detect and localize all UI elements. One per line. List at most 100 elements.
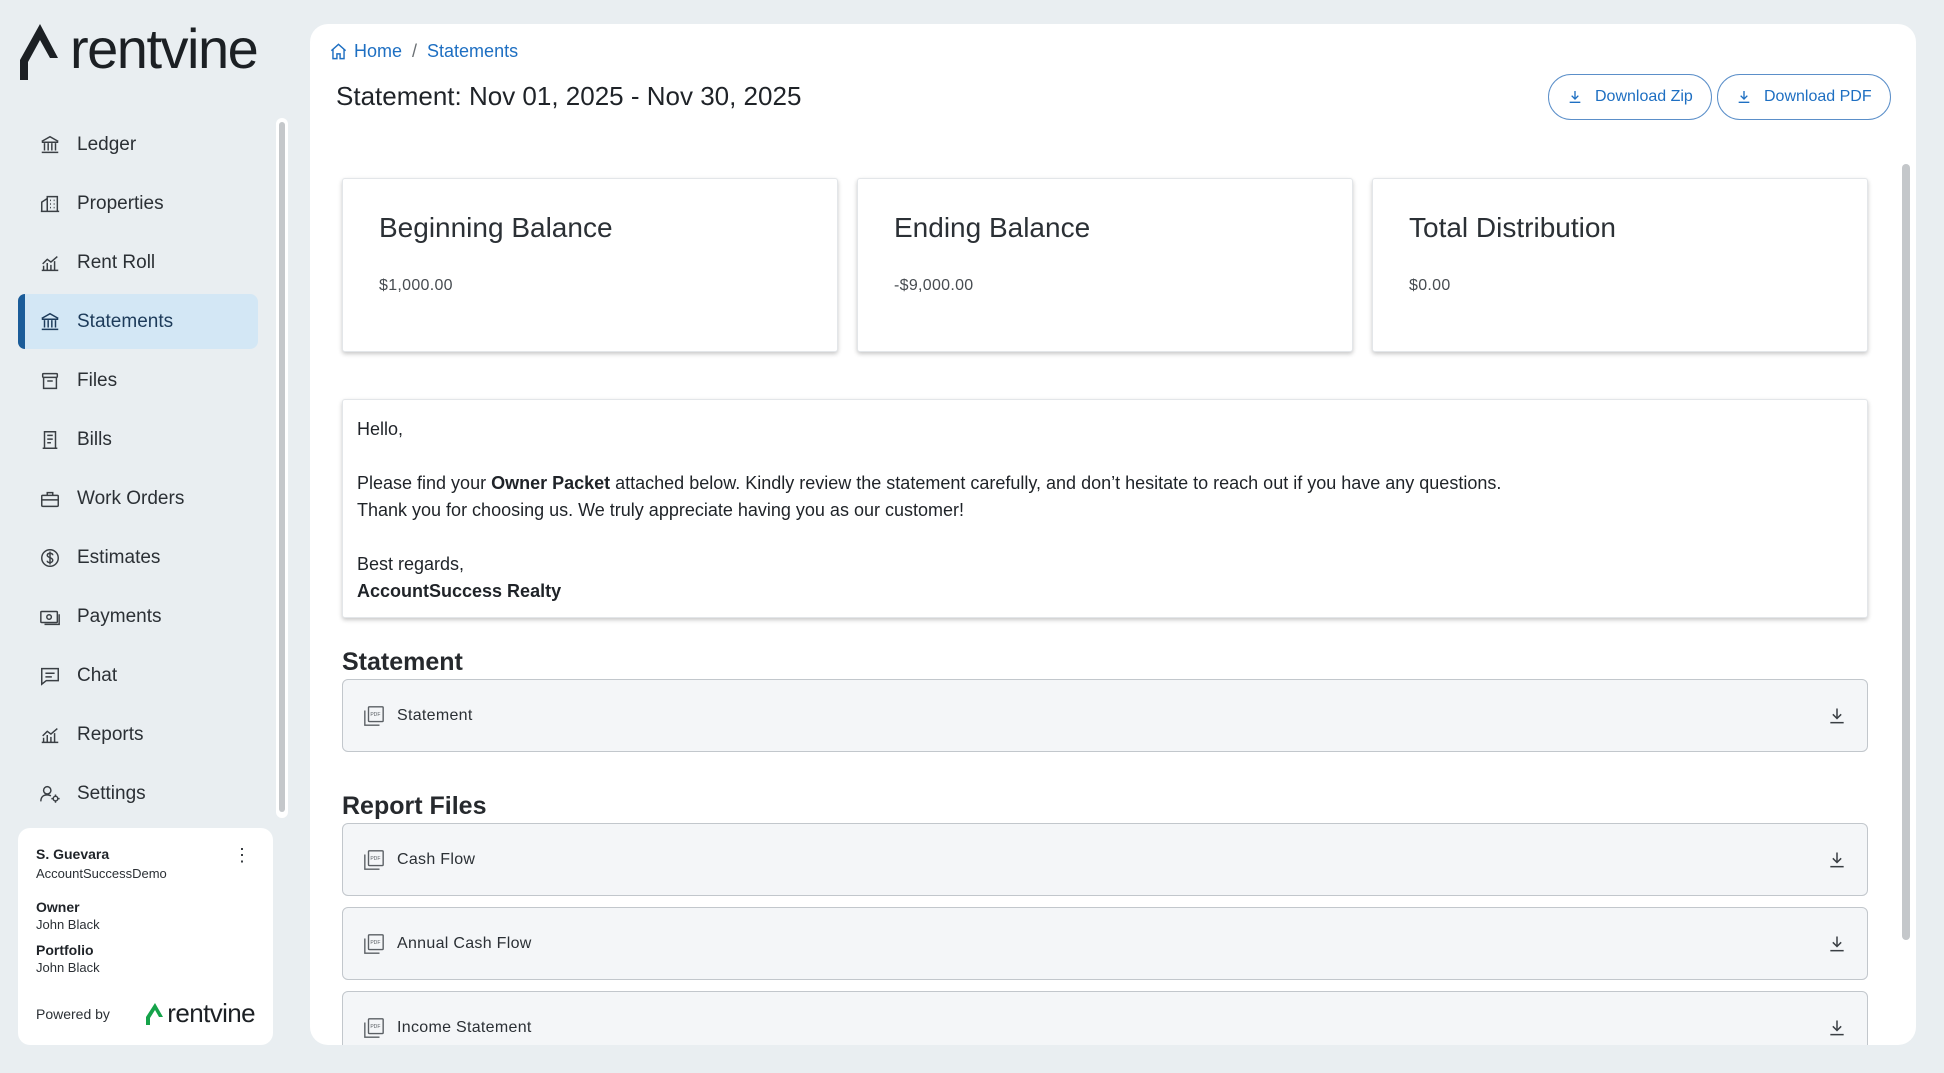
sidebar-item-settings[interactable]: Settings	[18, 766, 258, 821]
svg-text:PDF: PDF	[370, 1024, 380, 1030]
file-row-cash-flow[interactable]: PDF Cash Flow	[342, 823, 1868, 896]
sidebar-item-label: Statements	[77, 310, 174, 332]
sidebar-item-label: Work Orders	[77, 487, 185, 509]
svg-text:PDF: PDF	[370, 856, 380, 862]
card-value: -$9,000.00	[894, 277, 974, 294]
file-row-annual-cash-flow[interactable]: PDF Annual Cash Flow	[342, 907, 1868, 980]
owner-packet-text: Owner Packet	[491, 473, 611, 493]
breadcrumb-statements-link[interactable]: Statements	[427, 41, 518, 62]
pdf-file-icon: PDF	[363, 1017, 385, 1039]
file-row-statement[interactable]: PDF Statement	[342, 679, 1868, 752]
file-name: Annual Cash Flow	[397, 934, 532, 952]
message-greeting: Hello,	[357, 419, 404, 439]
download-icon[interactable]	[1827, 934, 1847, 954]
sidebar-item-work-orders[interactable]: Work Orders	[18, 471, 258, 526]
owner-label: Owner	[36, 899, 80, 915]
sidebar-item-label: Payments	[77, 605, 162, 627]
user-card: S. Guevara AccountSuccessDemo ⋮ Owner Jo…	[18, 828, 273, 1045]
sidebar-item-label: Files	[77, 369, 118, 391]
building-icon	[38, 192, 62, 216]
sidebar-item-estimates[interactable]: Estimates	[18, 530, 258, 585]
sidebar-item-ledger[interactable]: Ledger	[18, 117, 258, 172]
total-distribution-card: Total Distribution $0.00	[1372, 178, 1868, 352]
portfolio-label: Portfolio	[36, 942, 94, 958]
owner-message: Hello, Please find your Owner Packet att…	[342, 399, 1868, 618]
pdf-file-icon: PDF	[363, 705, 385, 727]
archive-icon	[38, 369, 62, 393]
sidebar-item-rent-roll[interactable]: Rent Roll	[18, 235, 258, 290]
breadcrumb-home-link[interactable]: Home	[354, 41, 402, 62]
pdf-file-icon: PDF	[363, 849, 385, 871]
more-vertical-icon[interactable]: ⋮	[233, 846, 251, 864]
sidebar-nav: Ledger Properties Rent Roll Statements F…	[18, 117, 258, 825]
message-line-2: Thank you for choosing us. We truly appr…	[357, 500, 964, 520]
breadcrumb-separator: /	[412, 41, 418, 61]
download-pdf-label: Download PDF	[1764, 88, 1872, 105]
message-line-1: Please find your Owner Packet attached b…	[357, 473, 1502, 493]
statement-section-title: Statement	[342, 648, 463, 676]
sidebar-item-label: Estimates	[77, 546, 161, 568]
download-icon	[1567, 89, 1583, 105]
sidebar-item-label: Chat	[77, 664, 118, 686]
sidebar-item-label: Settings	[77, 782, 146, 804]
sidebar-item-label: Reports	[77, 723, 144, 745]
receipt-icon	[38, 428, 62, 452]
rentvine-leaf-icon	[146, 1003, 164, 1025]
download-icon[interactable]	[1827, 1018, 1847, 1038]
download-pdf-button[interactable]: Download PDF	[1717, 74, 1891, 120]
page-title: Statement: Nov 01, 2025 - Nov 30, 2025	[336, 81, 802, 111]
rentvine-mini-logo: rentvine	[146, 998, 256, 1028]
download-zip-label: Download Zip	[1595, 88, 1693, 105]
file-name: Income Statement	[397, 1018, 532, 1036]
cash-icon	[38, 605, 62, 629]
download-icon[interactable]	[1827, 850, 1847, 870]
svg-text:PDF: PDF	[370, 940, 380, 946]
sidebar-item-bills[interactable]: Bills	[18, 412, 258, 467]
main-scrollbar-thumb[interactable]	[1902, 164, 1910, 940]
file-name: Cash Flow	[397, 850, 476, 868]
user-settings-icon	[38, 782, 62, 806]
sidebar-item-label: Properties	[77, 192, 164, 214]
sidebar-item-label: Bills	[77, 428, 112, 450]
sidebar-item-statements[interactable]: Statements	[18, 294, 258, 349]
card-title: Total Distribution	[1409, 212, 1616, 243]
owner-value: John Black	[36, 917, 100, 932]
chart-icon	[38, 251, 62, 275]
card-value: $0.00	[1409, 277, 1451, 294]
sidebar-item-files[interactable]: Files	[18, 353, 258, 408]
file-row-income-statement[interactable]: PDF Income Statement	[342, 991, 1868, 1045]
message-signature: AccountSuccess Realty	[357, 581, 562, 601]
sidebar-scrollbar-thumb[interactable]	[279, 122, 285, 812]
download-icon[interactable]	[1827, 706, 1847, 726]
sidebar-item-reports[interactable]: Reports	[18, 707, 258, 762]
file-name: Statement	[397, 706, 473, 724]
svg-text:PDF: PDF	[370, 712, 380, 718]
mini-logo-wordmark: rentvine	[167, 998, 255, 1028]
beginning-balance-card: Beginning Balance $1,000.00	[342, 178, 838, 352]
powered-by-text: Powered by	[36, 1006, 110, 1022]
breadcrumb: Home / Statements	[329, 41, 518, 62]
powered-by-footer: Powered by rentvine	[36, 998, 256, 1028]
sidebar-item-chat[interactable]: Chat	[18, 648, 258, 703]
download-zip-button[interactable]: Download Zip	[1548, 74, 1712, 120]
sidebar-item-properties[interactable]: Properties	[18, 176, 258, 231]
download-icon	[1736, 89, 1752, 105]
report-files-section-title: Report Files	[342, 792, 487, 820]
dollar-circle-icon	[38, 546, 62, 570]
bank-icon	[38, 310, 62, 334]
sidebar-item-payments[interactable]: Payments	[18, 589, 258, 644]
main-scrollbar[interactable]	[1902, 164, 1912, 940]
bank-icon	[38, 133, 62, 157]
rentvine-logo[interactable]: rentvine	[20, 20, 259, 84]
sidebar-scrollbar[interactable]	[276, 118, 288, 818]
message-closing: Best regards,	[357, 554, 465, 574]
home-icon[interactable]	[329, 42, 348, 61]
main-panel: Home / Statements Statement: Nov 01, 202…	[310, 24, 1916, 1045]
user-account: AccountSuccessDemo	[36, 866, 167, 881]
sidebar-item-label: Rent Roll	[77, 251, 156, 273]
portfolio-value: John Black	[36, 960, 100, 975]
sidebar-item-label: Ledger	[77, 133, 137, 155]
chat-icon	[38, 664, 62, 688]
card-value: $1,000.00	[379, 277, 453, 294]
chart-icon	[38, 723, 62, 747]
